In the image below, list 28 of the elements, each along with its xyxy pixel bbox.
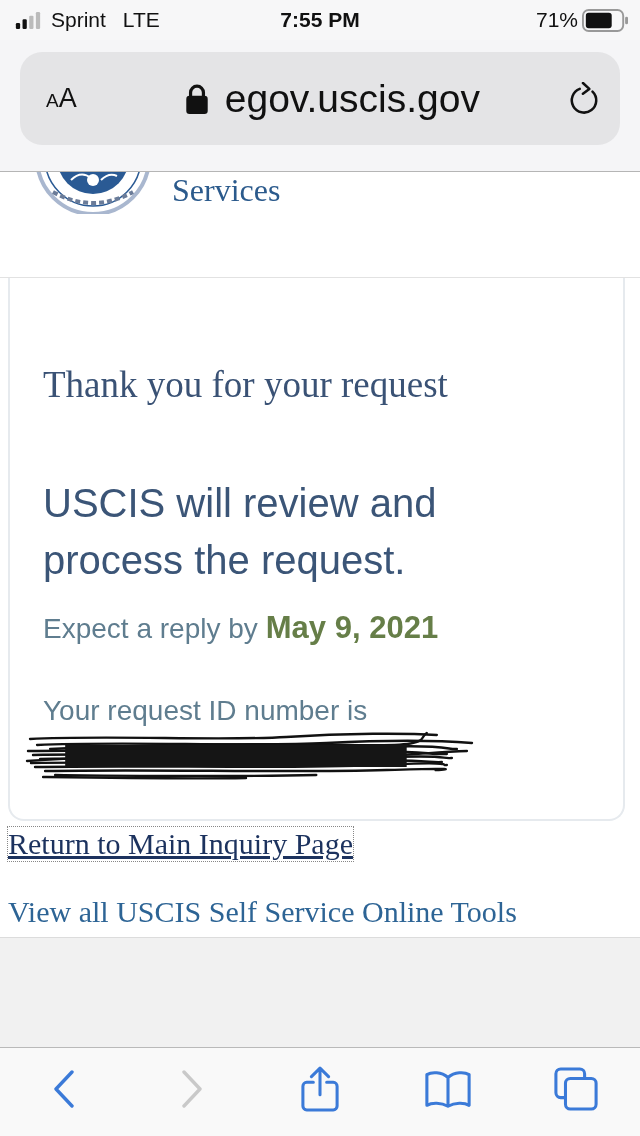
reply-date: May 9, 2021 — [265, 609, 439, 647]
bookmarks-button[interactable] — [424, 1069, 472, 1109]
tabs-icon — [554, 1067, 598, 1111]
reply-label: Expect a reply by — [43, 612, 258, 646]
carrier-name: Sprint — [51, 8, 106, 32]
page-link[interactable]: View all USCIS Self Service Online Tools — [8, 895, 517, 929]
back-button[interactable] — [53, 1070, 75, 1108]
confirmation-title: Thank you for your request — [43, 363, 449, 407]
review-message: USCIS will review and process the request. — [43, 480, 438, 584]
page-link[interactable]: Return to Main Inquiry Page — [8, 827, 353, 861]
book-icon — [424, 1069, 472, 1109]
url-text: egov.uscis.gov — [224, 76, 480, 121]
chevron-left-icon — [53, 1070, 75, 1108]
agency-name: Services — [172, 173, 281, 207]
share-button[interactable] — [301, 1066, 339, 1112]
tabs-button[interactable] — [554, 1067, 598, 1111]
reload-icon — [568, 81, 600, 116]
text-size-button[interactable]: AA — [46, 83, 77, 114]
request-id-label: Your request ID number is — [43, 694, 369, 728]
address-bar[interactable]: AA egov.uscis.gov — [20, 52, 620, 145]
battery-percent: 71% — [535, 8, 578, 32]
share-icon — [301, 1066, 339, 1112]
reload-button[interactable] — [568, 81, 600, 116]
chevron-right-icon — [181, 1070, 203, 1108]
clock-time: 7:55 PM — [280, 8, 360, 32]
battery-icon — [582, 8, 628, 32]
lock-icon — [184, 83, 209, 114]
network-type: LTE — [122, 8, 160, 32]
